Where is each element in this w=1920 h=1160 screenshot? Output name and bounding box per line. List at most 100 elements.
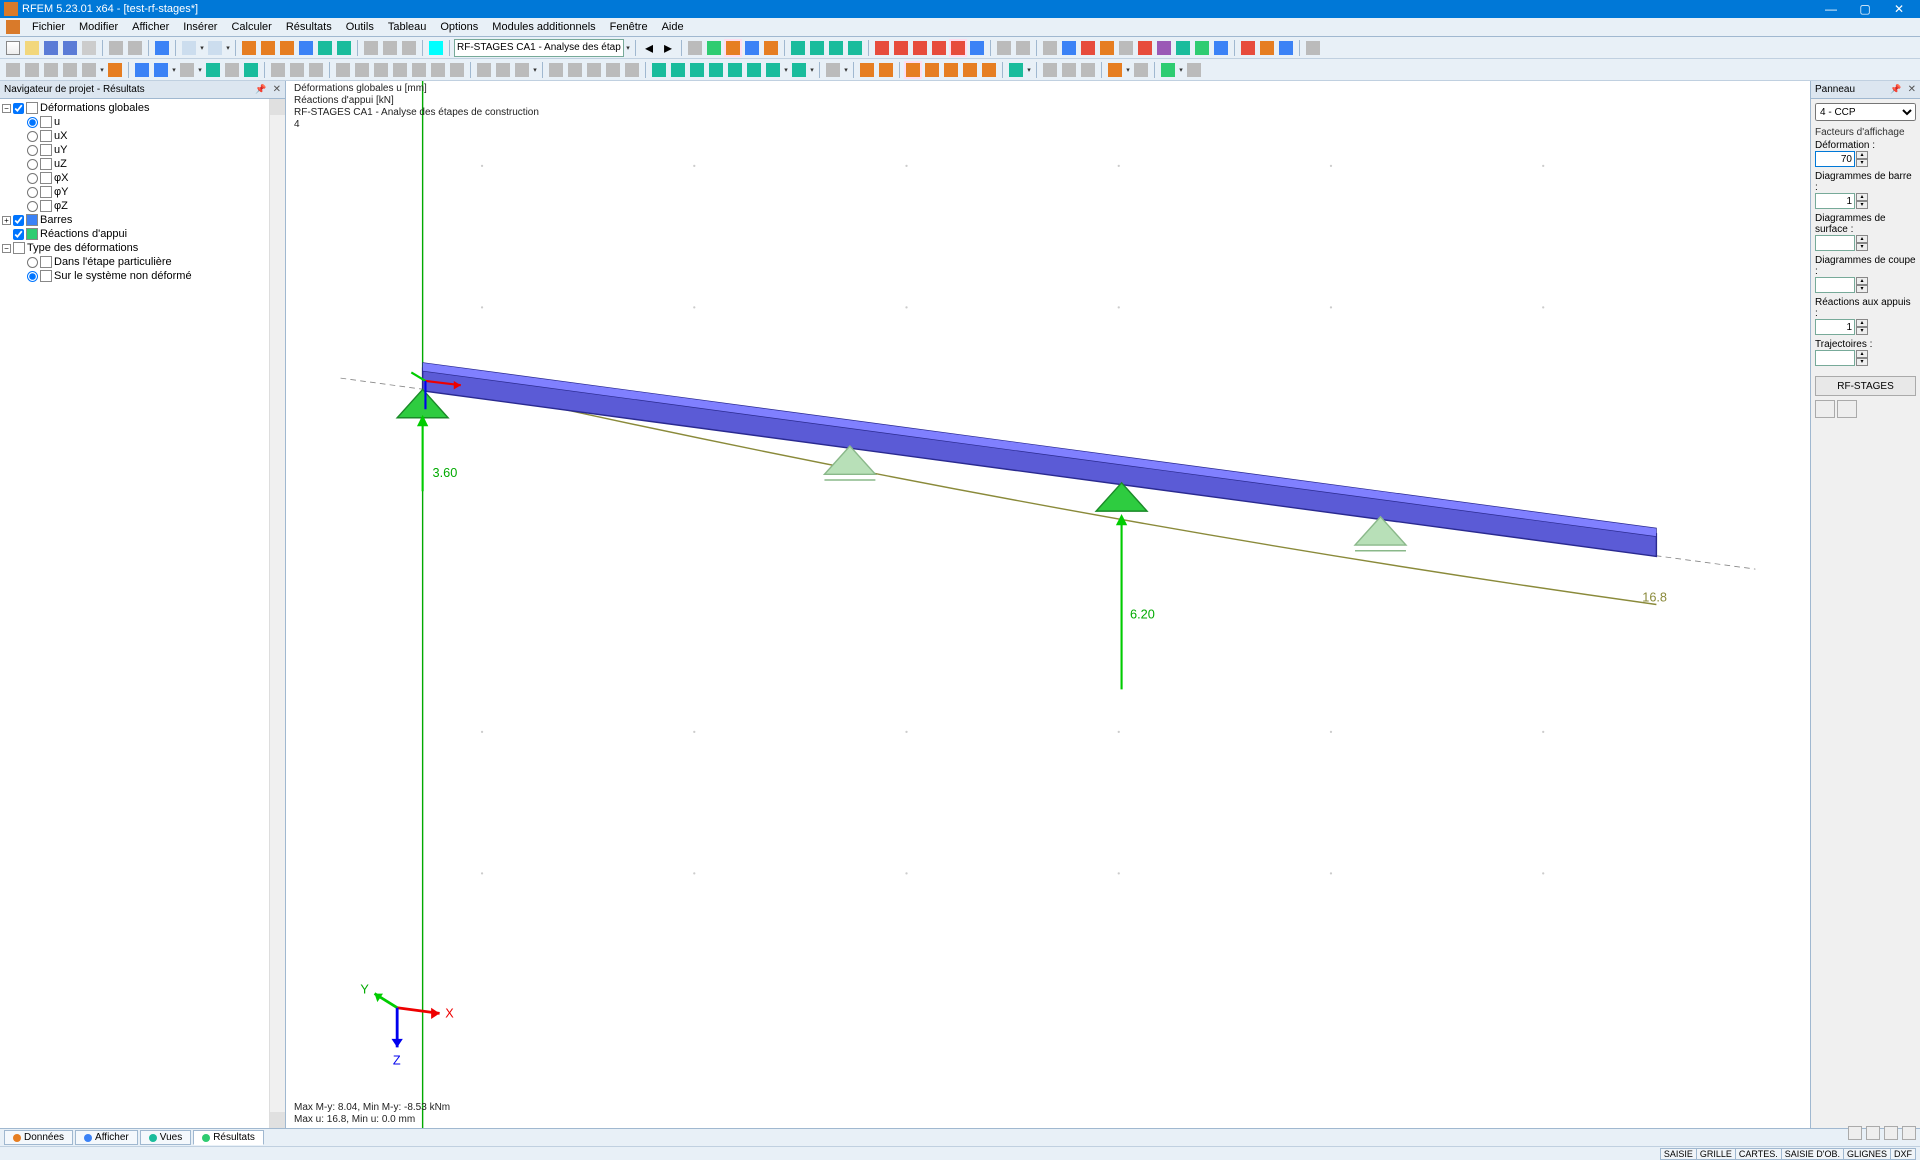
t2-27[interactable] bbox=[566, 61, 584, 79]
tb-btn-41[interactable] bbox=[1079, 39, 1097, 57]
t2-18[interactable] bbox=[372, 61, 390, 79]
tb-btn-45[interactable] bbox=[1155, 39, 1173, 57]
t2-9dd[interactable]: ▾ bbox=[197, 66, 203, 74]
tb-btn-28[interactable] bbox=[808, 39, 826, 57]
panel-pin-icon[interactable]: 📌 bbox=[1890, 84, 1901, 95]
input-barre[interactable] bbox=[1815, 193, 1855, 209]
t2-37dd[interactable]: ▾ bbox=[783, 66, 789, 74]
status-glignes[interactable]: GLIGNES bbox=[1843, 1148, 1891, 1160]
redo-dd[interactable]: ▾ bbox=[225, 44, 231, 52]
viewport[interactable]: Déformations globales u [mm] Réactions d… bbox=[286, 81, 1810, 1128]
t2-4[interactable] bbox=[61, 61, 79, 79]
menu-aide[interactable]: Aide bbox=[656, 20, 690, 34]
t2-21[interactable] bbox=[429, 61, 447, 79]
menu-fichier[interactable]: Fichier bbox=[26, 20, 71, 34]
t2-41[interactable] bbox=[877, 61, 895, 79]
redo-icon[interactable] bbox=[206, 39, 224, 57]
panel-close-icon[interactable]: ✕ bbox=[1908, 84, 1916, 95]
tree-collapse-root[interactable]: − bbox=[2, 104, 11, 113]
t2-26[interactable] bbox=[547, 61, 565, 79]
tb-btn-34[interactable] bbox=[930, 39, 948, 57]
tb-btn-42[interactable] bbox=[1098, 39, 1116, 57]
panel-case-select[interactable]: 4 - CCP bbox=[1815, 103, 1916, 121]
tab-vues[interactable]: Vues bbox=[140, 1130, 191, 1145]
cb-barres[interactable] bbox=[13, 215, 24, 226]
panel-foot-1[interactable] bbox=[1848, 1126, 1862, 1140]
radio-phiy[interactable] bbox=[27, 187, 38, 198]
t2-37[interactable] bbox=[764, 61, 782, 79]
radio-ux[interactable] bbox=[27, 131, 38, 142]
tb-btn-43[interactable] bbox=[1117, 39, 1135, 57]
tb-btn-8[interactable] bbox=[153, 39, 171, 57]
t2-29[interactable] bbox=[604, 61, 622, 79]
t2-38dd[interactable]: ▾ bbox=[809, 66, 815, 74]
spin-barre-dn[interactable]: ▾ bbox=[1856, 201, 1868, 209]
radio-sur-systeme[interactable] bbox=[27, 271, 38, 282]
new-icon[interactable] bbox=[4, 39, 22, 57]
t2-25dd[interactable]: ▾ bbox=[532, 66, 538, 74]
t2-28[interactable] bbox=[585, 61, 603, 79]
t2-2[interactable] bbox=[23, 61, 41, 79]
tb-btn-24[interactable] bbox=[724, 39, 742, 57]
print-icon[interactable] bbox=[80, 39, 98, 57]
t2-36[interactable] bbox=[745, 61, 763, 79]
tb-btn-7[interactable] bbox=[126, 39, 144, 57]
tb-btn-40[interactable] bbox=[1060, 39, 1078, 57]
tb-btn-39[interactable] bbox=[1041, 39, 1059, 57]
spin-def-up[interactable]: ▴ bbox=[1856, 151, 1868, 159]
t2-10[interactable] bbox=[204, 61, 222, 79]
tb-btn-30[interactable] bbox=[846, 39, 864, 57]
t2-8[interactable] bbox=[152, 61, 170, 79]
tb-btn-46[interactable] bbox=[1174, 39, 1192, 57]
t2-38[interactable] bbox=[790, 61, 808, 79]
spin-surf-dn[interactable]: ▾ bbox=[1856, 243, 1868, 251]
t2-17[interactable] bbox=[353, 61, 371, 79]
tb-btn-22[interactable] bbox=[686, 39, 704, 57]
radio-dans-etape[interactable] bbox=[27, 257, 38, 268]
t2-39dd[interactable]: ▾ bbox=[843, 66, 849, 74]
t2-20[interactable] bbox=[410, 61, 428, 79]
panel-foot-2[interactable] bbox=[1866, 1126, 1880, 1140]
t2-54[interactable] bbox=[1185, 61, 1203, 79]
spin-coupe-up[interactable]: ▴ bbox=[1856, 277, 1868, 285]
prev-case-icon[interactable]: ◂ bbox=[640, 39, 658, 57]
tab-afficher[interactable]: Afficher bbox=[75, 1130, 138, 1145]
menu-options[interactable]: Options bbox=[434, 20, 484, 34]
spin-surf-up[interactable]: ▴ bbox=[1856, 235, 1868, 243]
t2-30[interactable] bbox=[623, 61, 641, 79]
navigator-close-icon[interactable]: ✕ bbox=[273, 84, 281, 95]
radio-phix[interactable] bbox=[27, 173, 38, 184]
tb-btn-12[interactable] bbox=[259, 39, 277, 57]
t2-5dd[interactable]: ▾ bbox=[99, 66, 105, 74]
t2-42[interactable] bbox=[904, 61, 922, 79]
tb-btn-31[interactable] bbox=[873, 39, 891, 57]
undo-dd[interactable]: ▾ bbox=[199, 44, 205, 52]
t2-32[interactable] bbox=[669, 61, 687, 79]
tab-donnees[interactable]: Données bbox=[4, 1130, 73, 1145]
tb-btn-29[interactable] bbox=[827, 39, 845, 57]
tb-btn-25[interactable] bbox=[743, 39, 761, 57]
navigator-pin-icon[interactable]: 📌 bbox=[255, 84, 266, 95]
tb-btn-35[interactable] bbox=[949, 39, 967, 57]
tb-btn-15[interactable] bbox=[316, 39, 334, 57]
tb-btn-17[interactable] bbox=[362, 39, 380, 57]
spin-barre-up[interactable]: ▴ bbox=[1856, 193, 1868, 201]
tb-btn-48[interactable] bbox=[1212, 39, 1230, 57]
t2-40[interactable] bbox=[858, 61, 876, 79]
next-case-icon[interactable]: ▸ bbox=[659, 39, 677, 57]
t2-52[interactable] bbox=[1132, 61, 1150, 79]
tb-btn-52[interactable] bbox=[1304, 39, 1322, 57]
input-traj[interactable] bbox=[1815, 350, 1855, 366]
t2-51dd[interactable]: ▾ bbox=[1125, 66, 1131, 74]
t2-24[interactable] bbox=[494, 61, 512, 79]
menu-tableau[interactable]: Tableau bbox=[382, 20, 433, 34]
panel-small-2[interactable] bbox=[1837, 400, 1857, 418]
tree-collapse-typedef[interactable]: − bbox=[2, 244, 11, 253]
tb-btn-23[interactable] bbox=[705, 39, 723, 57]
t2-6[interactable] bbox=[106, 61, 124, 79]
calc-icon[interactable] bbox=[427, 39, 445, 57]
cb-def-globales[interactable] bbox=[13, 103, 24, 114]
tb-btn-32[interactable] bbox=[892, 39, 910, 57]
t2-5[interactable] bbox=[80, 61, 98, 79]
t2-53dd[interactable]: ▾ bbox=[1178, 66, 1184, 74]
